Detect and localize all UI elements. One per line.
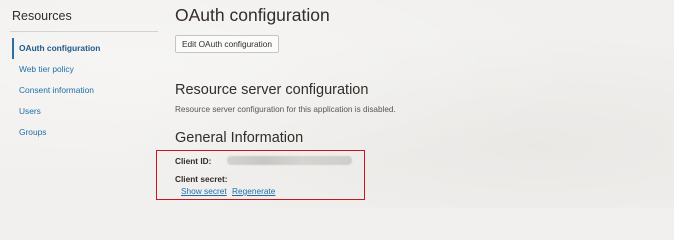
sidebar-nav: OAuth configuration Web tier policy Cons… [12, 38, 158, 143]
edit-oauth-configuration-button[interactable]: Edit OAuth configuration [175, 35, 279, 53]
resource-server-heading: Resource server configuration [175, 82, 369, 98]
sidebar-divider [10, 31, 158, 32]
sidebar-item-oauth-configuration[interactable]: OAuth configuration [12, 38, 158, 59]
page: Resources OAuth configuration Web tier p… [0, 0, 674, 208]
page-title: OAuth configuration [175, 5, 330, 25]
sidebar-title: Resources [12, 9, 72, 23]
sidebar-item-consent-information[interactable]: Consent information [12, 80, 158, 101]
general-information-heading: General Information [175, 130, 304, 146]
sidebar-item-web-tier-policy[interactable]: Web tier policy [12, 59, 158, 80]
resource-server-description: Resource server configuration for this a… [175, 105, 396, 114]
sidebar-item-groups[interactable]: Groups [12, 122, 158, 143]
highlight-box [156, 150, 365, 200]
sidebar: Resources OAuth configuration Web tier p… [0, 0, 160, 208]
sidebar-item-users[interactable]: Users [12, 101, 158, 122]
